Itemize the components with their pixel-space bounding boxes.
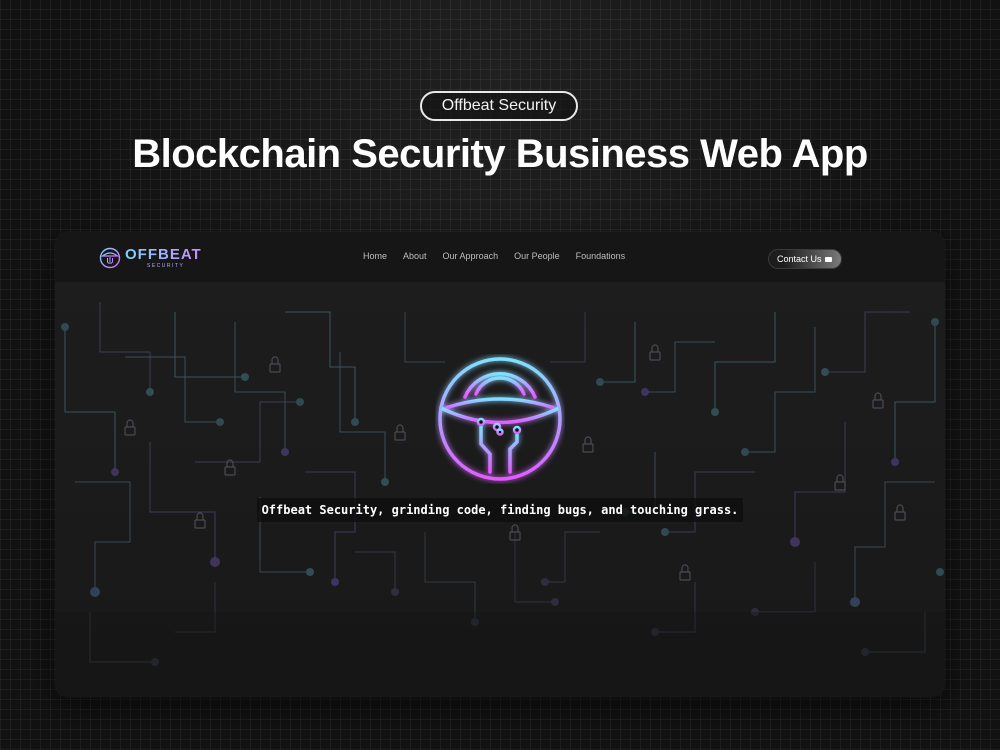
nav-foundations[interactable]: Foundations xyxy=(576,251,626,261)
main-menu: Home About Our Approach Our People Found… xyxy=(363,251,625,261)
category-badge: Offbeat Security xyxy=(420,91,578,121)
site-navbar: OFFBEAT SECURITY Home About Our Approach… xyxy=(55,232,945,282)
nav-about[interactable]: About xyxy=(403,251,427,261)
showcase-canvas: Offbeat Security Blockchain Security Bus… xyxy=(0,0,1000,750)
chat-bubble-icon xyxy=(824,257,832,262)
circuit-background-decoration xyxy=(55,302,945,697)
contact-us-label: Contact Us xyxy=(777,254,822,264)
mushroom-circuit-icon xyxy=(99,247,121,269)
circuit-dome-logo-icon xyxy=(438,357,562,481)
showcase-headline: Blockchain Security Business Web App xyxy=(132,132,868,176)
site-logo[interactable]: OFFBEAT SECURITY xyxy=(99,245,202,271)
logo-subtitle: SECURITY xyxy=(147,263,185,269)
nav-our-people[interactable]: Our People xyxy=(514,251,560,261)
logo-wordmark: OFFBEAT xyxy=(125,246,202,263)
hero-tagline: Offbeat Security, grinding code, finding… xyxy=(257,498,743,522)
website-mockup: OFFBEAT SECURITY Home About Our Approach… xyxy=(55,232,945,697)
hero-section: Offbeat Security, grinding code, finding… xyxy=(55,282,945,697)
contact-us-button[interactable]: Contact Us xyxy=(768,249,842,269)
nav-home[interactable]: Home xyxy=(363,251,387,261)
nav-our-approach[interactable]: Our Approach xyxy=(443,251,499,261)
